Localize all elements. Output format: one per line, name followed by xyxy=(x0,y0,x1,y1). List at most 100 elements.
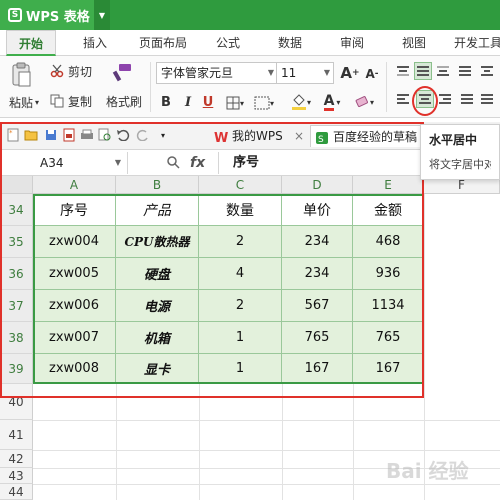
print-icon[interactable] xyxy=(80,128,94,142)
table-cell[interactable]: 1 xyxy=(199,322,282,354)
table-cell[interactable]: 167 xyxy=(282,354,353,384)
align-top-button[interactable] xyxy=(394,62,412,80)
column-header[interactable]: D xyxy=(282,176,353,194)
column-header[interactable]: B xyxy=(116,176,199,194)
redo-icon[interactable] xyxy=(136,128,150,142)
table-cell[interactable]: zxw007 xyxy=(33,322,116,354)
align-bottom-button[interactable] xyxy=(434,62,452,80)
zoom-icon[interactable] xyxy=(166,155,180,169)
bold-button[interactable]: B xyxy=(158,92,174,112)
tab-insert[interactable]: 插入 xyxy=(70,30,120,56)
tab-view[interactable]: 视图 xyxy=(390,30,438,56)
column-header[interactable]: A xyxy=(33,176,116,194)
app-menu-dropdown-icon[interactable]: ▼ xyxy=(94,0,110,30)
row-header[interactable]: 44 xyxy=(0,484,33,500)
table-header-cell[interactable]: 产品 xyxy=(116,194,199,226)
row-header[interactable]: 42 xyxy=(0,450,33,468)
table-cell[interactable]: 1134 xyxy=(353,290,424,322)
table-cell[interactable]: 2 xyxy=(199,290,282,322)
font-size-select[interactable]: 11 ▼ xyxy=(276,62,334,84)
shrink-font-button[interactable]: A- xyxy=(362,64,382,84)
table-header-cell[interactable]: 序号 xyxy=(33,194,116,226)
table-header-cell[interactable]: 数量 xyxy=(199,194,282,226)
tab-data[interactable]: 数据 xyxy=(266,30,314,56)
grow-font-button[interactable]: A + xyxy=(340,62,360,84)
underline-button[interactable]: U xyxy=(200,92,216,112)
close-icon[interactable]: × xyxy=(294,125,304,147)
table-cell[interactable]: zxw008 xyxy=(33,354,116,384)
text-direction-button[interactable] xyxy=(456,62,474,80)
clear-format-button[interactable]: ▾ xyxy=(350,92,378,112)
copy-button[interactable]: 复制 xyxy=(50,92,100,110)
table-cell[interactable]: zxw004 xyxy=(33,226,116,258)
table-cell[interactable]: 234 xyxy=(282,226,353,258)
borders-button[interactable]: ▾ xyxy=(222,94,248,112)
row-header[interactable]: 41 xyxy=(0,420,33,450)
table-cell[interactable]: 显卡 xyxy=(116,354,199,384)
italic-button[interactable]: I xyxy=(180,92,196,112)
table-cell[interactable]: zxw006 xyxy=(33,290,116,322)
table-cell[interactable]: zxw005 xyxy=(33,258,116,290)
table-cell[interactable]: 567 xyxy=(282,290,353,322)
table-header-cell[interactable]: 金额 xyxy=(353,194,424,226)
fill-color-button[interactable]: ▾ xyxy=(286,92,316,112)
insert-function-button[interactable]: fx xyxy=(190,152,205,174)
font-name-select[interactable]: 字体管家元旦 ▼ xyxy=(156,62,278,84)
column-header[interactable]: C xyxy=(199,176,282,194)
table-header-cell[interactable]: 单价 xyxy=(282,194,353,226)
cut-button[interactable]: 剪切 xyxy=(50,62,100,80)
table-cell[interactable]: 4 xyxy=(199,258,282,290)
table-cell[interactable]: 机箱 xyxy=(116,322,199,354)
distributed-button[interactable] xyxy=(478,90,496,108)
cell-reference: A34 xyxy=(40,156,64,170)
table-cell[interactable]: 234 xyxy=(282,258,353,290)
merge-button[interactable]: ▾ xyxy=(250,94,278,112)
table-cell[interactable]: 2 xyxy=(199,226,282,258)
table-cell[interactable]: 936 xyxy=(353,258,424,290)
column-header[interactable]: E xyxy=(353,176,424,194)
table-cell[interactable]: 1 xyxy=(199,354,282,384)
table-cell[interactable]: 468 xyxy=(353,226,424,258)
format-painter-icon[interactable] xyxy=(104,60,140,88)
save-icon[interactable] xyxy=(44,128,58,142)
row-header[interactable]: 40 xyxy=(0,384,33,420)
row-header[interactable]: 39 xyxy=(0,354,33,384)
export-pdf-icon[interactable] xyxy=(62,128,76,142)
row-header[interactable]: 34 xyxy=(0,194,33,226)
select-all-corner[interactable] xyxy=(0,176,33,194)
tab-developer[interactable]: 开发工具 xyxy=(448,30,500,56)
doc-tab-my-wps[interactable]: W 我的WPS × xyxy=(210,125,306,147)
name-box[interactable]: A34 ▼ xyxy=(0,152,128,174)
undo-icon[interactable] xyxy=(116,128,130,142)
table-cell[interactable]: 167 xyxy=(353,354,424,384)
table-cell[interactable]: 765 xyxy=(353,322,424,354)
format-painter-button[interactable]: 格式刷 xyxy=(104,92,144,110)
open-folder-icon[interactable] xyxy=(24,128,38,142)
justify-button[interactable] xyxy=(458,90,476,108)
paste-icon[interactable] xyxy=(6,60,36,90)
customize-dropdown-icon[interactable]: ▾ xyxy=(156,128,170,142)
row-header[interactable]: 37 xyxy=(0,290,33,322)
table-cell[interactable]: 765 xyxy=(282,322,353,354)
new-file-icon[interactable]: * xyxy=(6,128,20,142)
paste-button[interactable]: 粘贴 ▾ xyxy=(4,92,44,112)
row-header[interactable]: 35 xyxy=(0,226,33,258)
row-header[interactable]: 43 xyxy=(0,468,33,484)
row-header[interactable]: 38 xyxy=(0,322,33,354)
tab-page-layout[interactable]: 页面布局 xyxy=(130,30,196,56)
align-right-button[interactable] xyxy=(436,90,454,108)
doc-tab-draft[interactable]: S 百度经验的草稿 xyxy=(310,125,430,147)
row-header[interactable]: 36 xyxy=(0,258,33,290)
table-cell[interactable]: CPU散热器 xyxy=(116,226,199,258)
align-middle-button[interactable] xyxy=(414,62,432,80)
app-menu-button[interactable]: S WPS 表格 ▼ xyxy=(0,0,110,30)
align-left-button[interactable] xyxy=(394,90,412,108)
table-cell[interactable]: 硬盘 xyxy=(116,258,199,290)
table-cell[interactable]: 电源 xyxy=(116,290,199,322)
print-preview-icon[interactable] xyxy=(98,128,112,142)
tab-formulas[interactable]: 公式 xyxy=(204,30,252,56)
font-color-button[interactable]: A ▾ xyxy=(318,92,346,112)
tab-review[interactable]: 审阅 xyxy=(328,30,376,56)
orientation-button[interactable] xyxy=(478,62,496,80)
tab-home[interactable]: 开始 xyxy=(6,30,56,56)
